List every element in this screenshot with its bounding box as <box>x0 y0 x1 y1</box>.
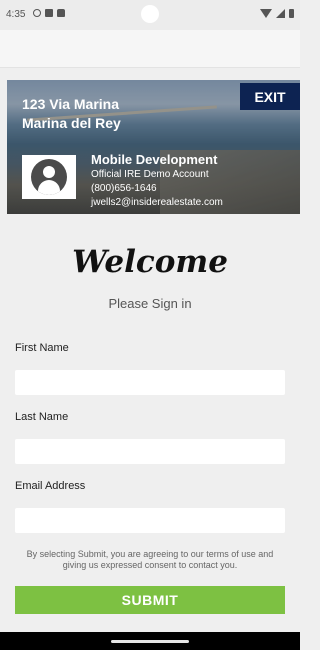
avatar-icon <box>31 159 67 195</box>
notification-icons <box>33 9 65 17</box>
welcome-title: Welcome <box>72 244 228 280</box>
agent-company: Official IRE Demo Account <box>91 169 209 180</box>
app-top-bar <box>0 30 300 68</box>
first-name-label: First Name <box>15 342 69 354</box>
navigation-bar <box>0 632 300 650</box>
last-name-input[interactable] <box>15 439 285 464</box>
wifi-icon <box>260 9 272 18</box>
exit-button[interactable]: EXIT <box>240 83 300 110</box>
last-name-label: Last Name <box>15 411 69 423</box>
battery-icon <box>289 9 294 18</box>
system-icons <box>260 9 294 18</box>
listing-address-line2: Marina del Rey <box>22 115 121 131</box>
terms-text: By selecting Submit, you are agreeing to… <box>26 549 274 570</box>
sign-in-subtitle: Please Sign in <box>108 296 192 311</box>
listing-header: 123 Via Marina Marina del Rey EXIT Mobil… <box>7 80 300 214</box>
agent-name: Mobile Development <box>91 152 218 167</box>
agent-email: jwells2@insiderealestate.com <box>91 197 223 208</box>
first-name-input[interactable] <box>15 370 285 395</box>
listing-address-line1: 123 Via Marina <box>22 96 120 112</box>
email-input[interactable] <box>15 508 285 533</box>
home-gesture-handle[interactable] <box>111 640 189 643</box>
lock-icon <box>57 9 65 17</box>
info-icon <box>33 9 41 17</box>
status-bar: 4:35 <box>0 0 300 30</box>
submit-button[interactable]: SUBMIT <box>15 586 285 614</box>
camera-cutout <box>141 5 159 23</box>
signal-icon <box>276 9 285 18</box>
storage-icon <box>45 9 53 17</box>
agent-avatar <box>22 155 76 199</box>
status-time: 4:35 <box>6 9 26 20</box>
agent-phone: (800)656-1646 <box>91 183 157 194</box>
email-label: Email Address <box>15 480 86 492</box>
